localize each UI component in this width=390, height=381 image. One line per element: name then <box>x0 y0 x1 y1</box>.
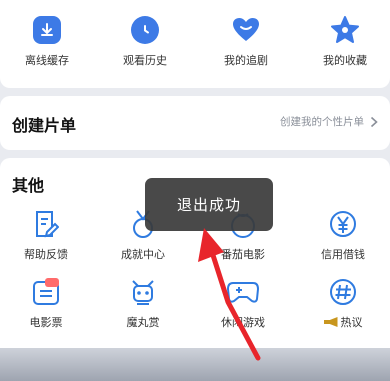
annotation-arrow-icon <box>198 228 261 361</box>
